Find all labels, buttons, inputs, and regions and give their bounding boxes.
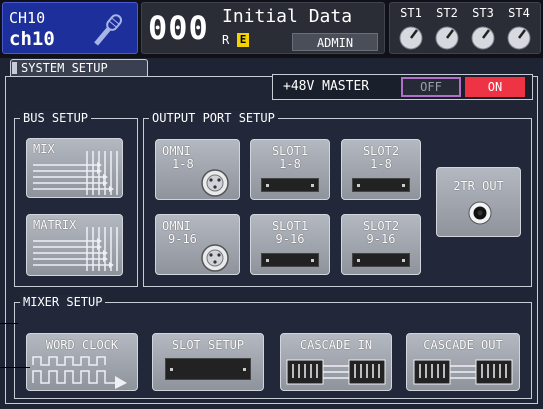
cascade-out-label: CASCADE OUT — [423, 338, 503, 352]
scene-number: 000 — [148, 9, 209, 47]
tab-notch — [12, 62, 17, 74]
word-clock-button[interactable]: WORD CLOCK — [26, 333, 138, 391]
slot-setup-label: SLOT SETUP — [171, 338, 245, 352]
omni-out-1-8-button[interactable]: OMNI 1-8 — [155, 139, 240, 200]
xlr-connector-icon — [201, 169, 229, 197]
slot1-1-8-line2: 1-8 — [279, 157, 301, 171]
output-port-setup-title: OUTPUT PORT SETUP — [149, 111, 278, 125]
mix-bus-setup-button[interactable]: MIX — [26, 138, 123, 198]
cascade-in-label: CASCADE IN — [299, 338, 373, 352]
phantom-master-label: +48V MASTER — [283, 79, 370, 94]
slot-card-icon — [352, 178, 410, 192]
slot1-out-1-8-button[interactable]: SLOT1 1-8 — [250, 139, 330, 200]
st2-knob-icon[interactable] — [434, 25, 460, 51]
st4-label: ST4 — [508, 6, 530, 20]
bus-routing-icon — [33, 151, 118, 195]
omni-out-9-16-button[interactable]: OMNI 9-16 — [155, 214, 240, 275]
slot-setup-button[interactable]: SLOT SETUP — [152, 333, 264, 391]
slot-card-icon — [352, 253, 410, 267]
tab-system-setup[interactable]: SYSTEM SETUP — [10, 59, 148, 77]
scene-read-only-indicator: R — [222, 33, 230, 47]
cascade-connector-icon — [413, 359, 513, 385]
bus-setup-title: BUS SETUP — [20, 111, 92, 125]
system-setup-screen: CH10 ch10 000 Initial Data R E ADMIN ST1… — [0, 0, 543, 409]
slot-card-icon — [165, 358, 251, 380]
matrix-routing-icon — [33, 227, 118, 271]
st1-knob-icon[interactable] — [398, 25, 424, 51]
scene-edit-indicator: E — [237, 33, 249, 47]
scene-title: Initial Data — [222, 6, 353, 27]
st1-label: ST1 — [400, 6, 422, 20]
two-track-out-label: 2TR OUT — [453, 179, 504, 193]
channel-name: ch10 — [9, 28, 55, 50]
selected-channel-display[interactable]: CH10 ch10 — [2, 2, 138, 54]
st3-knob-icon[interactable] — [470, 25, 496, 51]
slot1-9-16-line2: 9-16 — [275, 232, 305, 246]
stereo-meters: ST1 ST2 ST3 ST4 — [389, 2, 541, 54]
channel-number: CH10 — [9, 9, 46, 27]
slot2-1-8-line2: 1-8 — [370, 157, 392, 171]
st2-label: ST2 — [436, 6, 458, 20]
word-clock-label: WORD CLOCK — [45, 338, 119, 352]
matrix-bus-setup-button[interactable]: MATRIX — [26, 214, 123, 276]
user-name-badge: ADMIN — [292, 33, 378, 51]
phone-jack-icon — [468, 201, 492, 225]
slot2-out-9-16-button[interactable]: SLOT2 9-16 — [341, 214, 421, 275]
st3-label: ST3 — [472, 6, 494, 20]
scene-memory-display[interactable]: 000 Initial Data R E ADMIN — [141, 2, 385, 54]
callout-line — [0, 323, 18, 324]
phantom-master-panel: +48V MASTER OFF ON — [272, 74, 533, 100]
omni-1-8-line1: OMNI — [162, 144, 191, 158]
xlr-connector-icon — [201, 244, 229, 272]
slot-card-icon — [261, 253, 319, 267]
microphone-icon — [94, 14, 122, 46]
two-track-out-button[interactable]: 2TR OUT — [436, 167, 521, 237]
phantom-off-button[interactable]: OFF — [401, 77, 461, 97]
st4-knob-icon[interactable] — [506, 25, 532, 51]
cascade-in-button[interactable]: CASCADE IN — [280, 333, 392, 391]
mixer-setup-title: MIXER SETUP — [20, 295, 106, 309]
callout-line — [0, 367, 30, 368]
slot2-out-1-8-button[interactable]: SLOT2 1-8 — [341, 139, 421, 200]
clock-waveform-icon — [32, 356, 127, 389]
header-bar: CH10 ch10 000 Initial Data R E ADMIN ST1… — [0, 0, 543, 58]
cascade-out-button[interactable]: CASCADE OUT — [406, 333, 520, 391]
slot2-9-16-line2: 9-16 — [366, 232, 396, 246]
phantom-on-button[interactable]: ON — [465, 77, 525, 97]
cascade-connector-icon — [286, 359, 386, 385]
slot-card-icon — [261, 178, 319, 192]
slot1-out-9-16-button[interactable]: SLOT1 9-16 — [250, 214, 330, 275]
